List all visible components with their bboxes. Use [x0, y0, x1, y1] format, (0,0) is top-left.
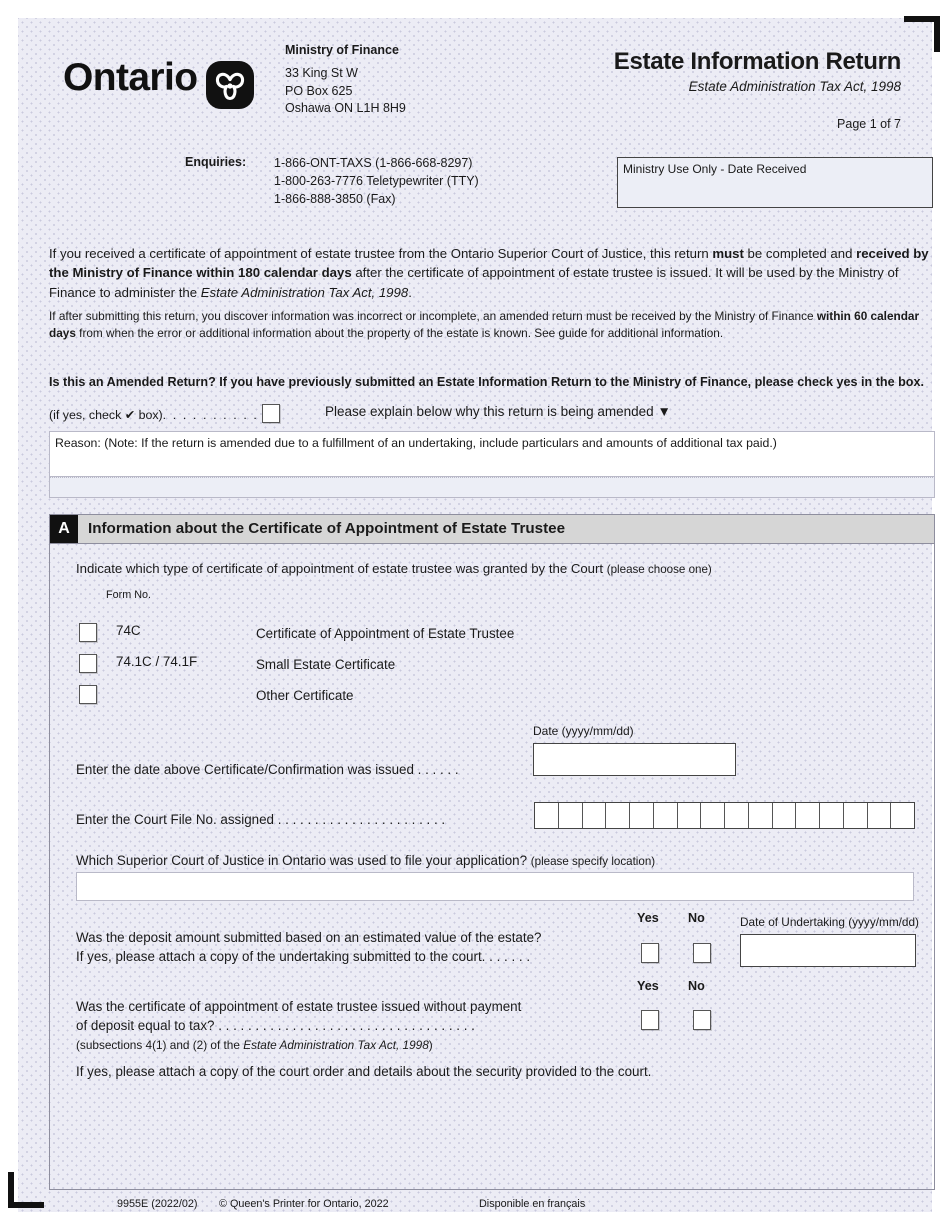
intro-paragraph-1: If you received a certificate of appoint… — [49, 244, 935, 302]
amended-return-checkbox[interactable] — [261, 404, 280, 423]
page-title: Estate Information Return — [613, 48, 902, 75]
form-description-other: Other Certificate — [256, 688, 354, 703]
address-line-3: Oshawa ON L1H 8H9 — [285, 100, 406, 115]
form-no-column-label: Form No. — [106, 589, 151, 601]
question-1-line-1: Was the deposit amount submitted based o… — [76, 930, 542, 945]
section-a-header: A Information about the Certificate of A… — [50, 515, 934, 544]
date-issued-label: Date (yyyy/mm/dd) — [533, 724, 634, 738]
down-arrow-icon: ▼ — [657, 404, 671, 419]
intro-p2-part-a: If after submitting this return, you dis… — [49, 309, 817, 323]
section-a-title: Information about the Certificate of App… — [88, 520, 566, 537]
q1-yes-checkbox[interactable] — [641, 943, 659, 963]
date-issued-row-label: Enter the date above Certificate/Confirm… — [76, 762, 459, 777]
intro-p1-part-b: be completed and — [743, 246, 857, 261]
amended-reason-underline — [49, 477, 935, 498]
amended-reason-input[interactable] — [49, 457, 935, 477]
question-1-text: Was the deposit amount submitted based o… — [76, 928, 542, 967]
certificate-option-small-estate[interactable]: 74.1C / 74.1F Small Estate Certificate — [79, 654, 395, 673]
date-of-undertaking-label: Date of Undertaking (yyyy/mm/dd) — [740, 915, 919, 929]
ministry-name: Ministry of Finance — [285, 43, 399, 57]
page-indicator: Page 1 of 7 — [837, 117, 901, 131]
question-1-line-2: If yes, please attach a copy of the unde… — [76, 949, 531, 965]
enquiries-label: Enquiries: — [185, 155, 247, 169]
question-2-subsection-note: (subsections 4(1) and (2) of the Estate … — [76, 1038, 433, 1052]
question-2-line-1: Was the certificate of appointment of es… — [76, 999, 522, 1014]
date-of-undertaking-input[interactable] — [740, 934, 916, 967]
question-2-line-2: of deposit equal to tax? . . . . . . . .… — [76, 1018, 475, 1034]
amended-explain-row: Please explain below why this return is … — [325, 404, 671, 419]
section-a-instruction: Indicate which type of certificate of ap… — [76, 561, 712, 576]
amended-explain-text: Please explain below why this return is … — [325, 404, 654, 419]
ministry-use-only-label: Ministry Use Only - Date Received — [623, 162, 807, 176]
form-code-small-estate: 74.1C / 74.1F — [116, 654, 198, 669]
form-description-small-estate: Small Estate Certificate — [256, 657, 396, 672]
checkbox-small-estate[interactable] — [79, 654, 97, 673]
question-2-text: Was the certificate of appointment of es… — [76, 997, 521, 1036]
court-file-no-label: Enter the Court File No. assigned . . . … — [76, 812, 446, 827]
ministry-use-only-box: Ministry Use Only - Date Received — [617, 157, 933, 208]
q1-no-label: No — [688, 911, 705, 925]
intro-p1-must: must — [712, 246, 744, 261]
ontario-trillium-logo — [206, 61, 254, 109]
ontario-wordmark: Ontario — [63, 56, 198, 99]
amended-return-question: Is this an Amended Return? If you have p… — [49, 375, 924, 389]
superior-court-question: Which Superior Court of Justice in Ontar… — [76, 853, 655, 868]
subsection-note-b: ) — [428, 1038, 433, 1052]
amended-reason-label: Reason: (Note: If the return is amended … — [55, 436, 777, 450]
subsection-note-a: (subsections 4(1) and (2) of the — [76, 1038, 244, 1052]
instruction-hint: (please choose one) — [606, 563, 712, 576]
form-page: Ontario Ministry of Finance 33 King St W… — [18, 18, 935, 1212]
enquiries-tty: 1-800-263-7776 Teletypewriter (TTY) — [274, 174, 479, 189]
corner-bracket-top-right — [904, 16, 940, 52]
enquiries-phone: 1-866-ONT-TAXS (1-866-668-8297) — [274, 156, 473, 170]
form-description-74c: Certificate of Appointment of Estate Tru… — [256, 626, 515, 641]
form-code-74c: 74C — [116, 623, 141, 638]
checkbox-74c[interactable] — [79, 623, 97, 642]
section-a: A Information about the Certificate of A… — [49, 514, 935, 1190]
amended-checkbox-hint: (if yes, check ✔ box) — [49, 408, 163, 422]
superior-court-question-main: Which Superior Court of Justice in Ontar… — [76, 853, 531, 868]
intro-p1-act-name: Estate Administration Tax Act, 1998 — [200, 284, 409, 300]
intro-p1-part-d: . — [408, 284, 412, 300]
q2-yes-checkbox[interactable] — [641, 1010, 659, 1030]
question-2-attach-note: If yes, please attach a copy of the cour… — [76, 1064, 652, 1079]
certificate-option-other[interactable]: Other Certificate — [79, 685, 354, 704]
q1-no-checkbox[interactable] — [693, 943, 711, 963]
amended-return-checkbox-row: (if yes, check ✔ box). . . . . . . . . . — [49, 404, 280, 423]
q2-yes-label: Yes — [637, 979, 659, 993]
corner-bracket-bottom-left — [8, 1172, 44, 1208]
form-header: Ontario Ministry of Finance 33 King St W… — [18, 18, 932, 131]
subsection-act-name: Estate Administration Tax Act, 1998 — [243, 1038, 429, 1052]
intro-paragraph-2: If after submitting this return, you dis… — [49, 308, 935, 342]
section-a-badge: A — [50, 515, 78, 543]
ministry-address-block: Ministry of Finance 33 King St W PO Box … — [285, 42, 406, 117]
superior-court-input[interactable] — [76, 872, 914, 901]
footer-copyright: © Queen's Printer for Ontario, 2022 — [219, 1198, 389, 1210]
q2-no-label: No — [688, 979, 705, 993]
date-issued-input[interactable] — [533, 743, 736, 776]
enquiries-fax: 1-866-888-3850 (Fax) — [274, 192, 396, 207]
amended-leader-dots: . . . . . . . . . . — [162, 408, 259, 422]
intro-p2-part-b: from when the error or additional inform… — [75, 326, 724, 341]
certificate-option-74c[interactable]: 74C Certificate of Appointment of Estate … — [79, 623, 514, 642]
court-file-no-input[interactable] — [534, 802, 915, 829]
checkbox-other-certificate[interactable] — [79, 685, 97, 704]
instruction-main: Indicate which type of certificate of ap… — [76, 561, 607, 576]
q2-no-checkbox[interactable] — [693, 1010, 711, 1030]
address-line-1: 33 King St W — [285, 66, 358, 81]
amended-reason-label-box[interactable]: Reason: (Note: If the return is amended … — [49, 431, 935, 457]
footer-french-link[interactable]: Disponible en français — [479, 1198, 585, 1210]
footer-form-code: 9955E (2022/02) — [117, 1198, 198, 1210]
page-subtitle: Estate Administration Tax Act, 1998 — [688, 79, 901, 94]
enquiries-numbers: 1-866-ONT-TAXS (1-866-668-8297) 1-800-26… — [274, 154, 479, 208]
superior-court-question-hint: (please specify location) — [530, 855, 656, 868]
address-line-2: PO Box 625 — [285, 83, 353, 98]
q1-yes-label: Yes — [637, 911, 659, 925]
intro-p1-part-a: If you received a certificate of appoint… — [49, 246, 713, 261]
